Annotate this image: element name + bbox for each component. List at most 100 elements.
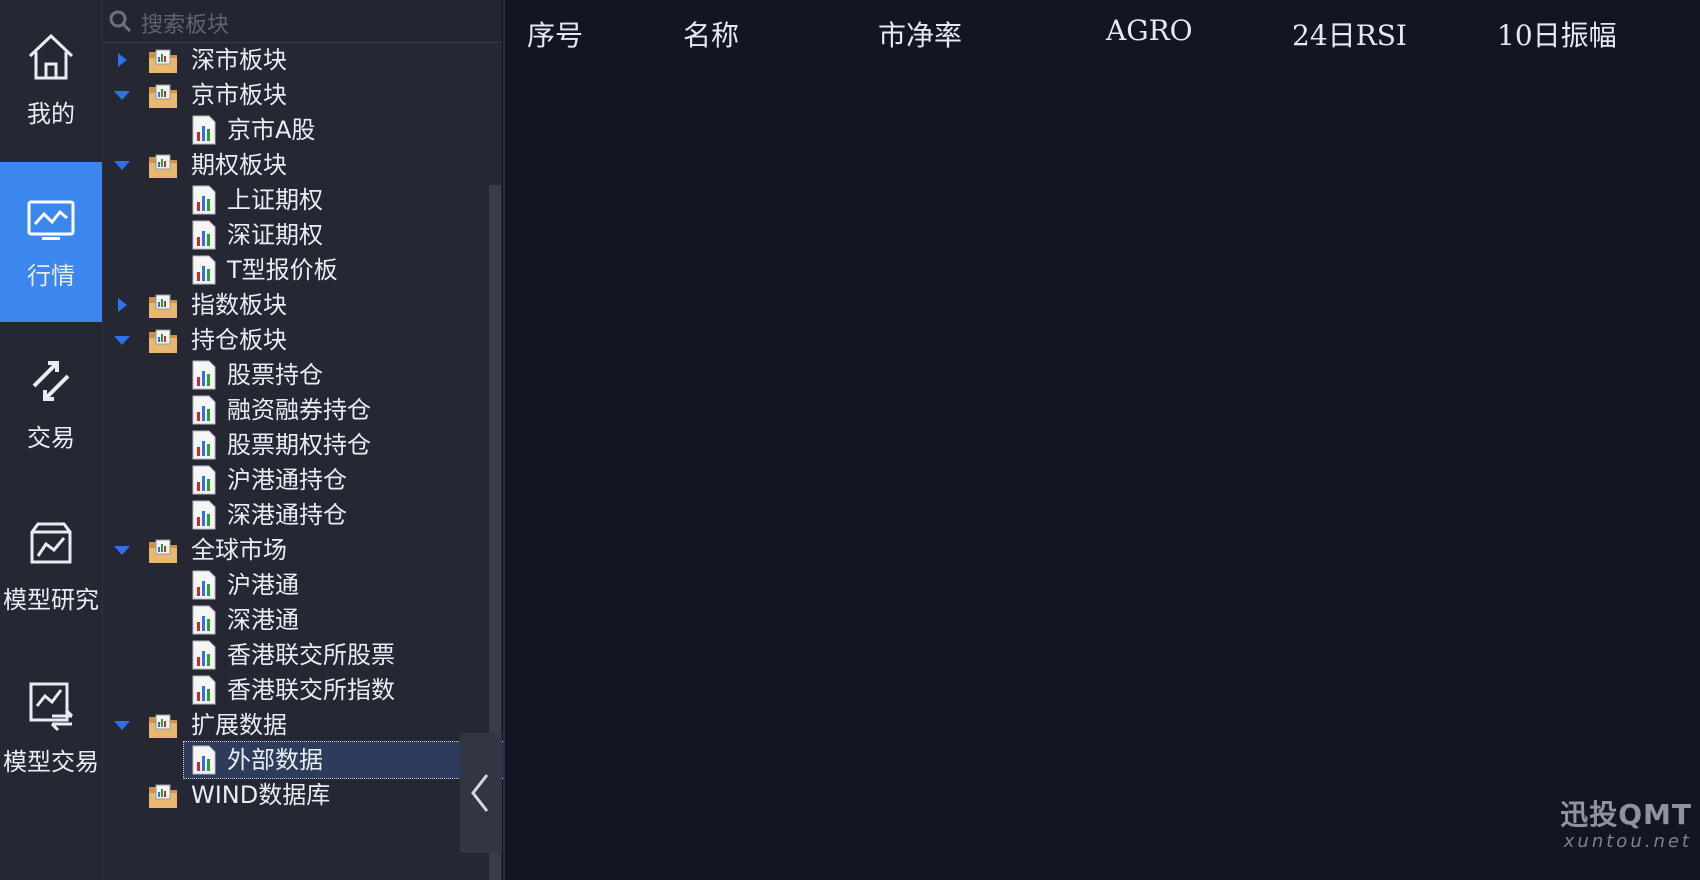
column-header-index[interactable]: 序号	[527, 14, 583, 54]
tree-leaf-item[interactable]: 京市A股	[103, 111, 483, 149]
sector-doc-icon	[192, 430, 216, 460]
tree-leaf-item[interactable]: 外部数据	[103, 741, 563, 779]
nav-item-market[interactable]: 行情	[0, 162, 102, 322]
tree-leaf-item[interactable]: 沪港通	[103, 566, 483, 604]
model-trade-icon	[29, 682, 74, 732]
sector-doc-icon	[192, 220, 216, 250]
sector-doc-icon	[192, 395, 216, 425]
folder-icon	[149, 154, 177, 178]
column-header-pb-ratio[interactable]: 市净率	[878, 14, 962, 54]
tree-item-label: 扩展数据	[191, 711, 287, 739]
tree-item-label: 香港联交所股票	[227, 641, 395, 669]
sector-doc-icon	[192, 745, 216, 775]
brand-url: xuntou.net	[1563, 831, 1692, 852]
tree-leaf-item[interactable]: 沪港通持仓	[103, 461, 483, 499]
tree-leaf-item[interactable]: 香港联交所股票	[103, 636, 483, 674]
tree-group-item[interactable]: 全球市场	[103, 531, 483, 569]
sector-doc-icon	[192, 675, 216, 705]
tree-group-item[interactable]: 京市板块	[103, 76, 483, 114]
collapse-panel-button[interactable]	[460, 733, 502, 853]
collapse-arrow-icon[interactable]	[114, 161, 130, 170]
tree-leaf-item[interactable]: 股票期权持仓	[103, 426, 483, 464]
tree-group-item[interactable]: 持仓板块	[103, 321, 483, 359]
column-header-name[interactable]: 名称	[683, 14, 739, 54]
tree-item-label: 融资融券持仓	[227, 396, 371, 424]
brand-name: 迅投QMT	[1560, 798, 1692, 831]
collapse-arrow-icon[interactable]	[114, 91, 130, 100]
sector-doc-icon	[192, 115, 216, 145]
tree-item-label: 股票持仓	[227, 361, 323, 389]
tree-leaf-item[interactable]: T型报价板	[103, 251, 483, 289]
expand-arrow-icon[interactable]	[118, 53, 127, 67]
search-icon	[109, 10, 132, 33]
nav-label: 模型研究	[3, 586, 99, 614]
sector-tree-panel: 搜索板块 深市板块 京市板块京市A股期权板块上证期权深证期权 T型报价板 指数板块 持仓…	[103, 0, 563, 880]
nav-item-trade[interactable]: 交易	[0, 324, 102, 484]
nav-item-mine[interactable]: 我的	[0, 0, 102, 160]
nav-label: 行情	[27, 262, 75, 290]
tree-group-item[interactable]: WIND数据库	[103, 776, 483, 814]
folder-icon	[149, 784, 177, 808]
nav-label: 交易	[27, 424, 75, 452]
home-icon	[28, 33, 74, 80]
tree-item-label: 股票期权持仓	[227, 431, 371, 459]
tree-item-label: 持仓板块	[191, 326, 287, 354]
folder-icon	[149, 714, 177, 738]
tree-group-item[interactable]: 深市板块	[103, 41, 483, 79]
tree-item-label: WIND数据库	[191, 781, 331, 809]
market-chart-icon	[27, 200, 75, 240]
sector-doc-icon	[192, 640, 216, 670]
tree-item-label: T型报价板	[227, 256, 338, 284]
tree-group-item[interactable]: 期权板块	[103, 146, 483, 184]
quote-table-area: 序号 名称 市净率 AGRO 24日RSI 10日振幅 迅投QMT xuntou…	[503, 0, 1700, 880]
tree-item-label: 香港联交所指数	[227, 676, 395, 704]
tree-group-item[interactable]: 指数板块	[103, 286, 483, 324]
column-header-rsi24[interactable]: 24日RSI	[1292, 14, 1407, 54]
nav-label: 模型交易	[3, 748, 99, 776]
folder-icon	[149, 294, 177, 318]
tree-item-label: 全球市场	[191, 536, 287, 564]
nav-item-model-research[interactable]: 模型研究	[0, 486, 102, 646]
sector-doc-icon	[192, 360, 216, 390]
tree-item-label: 沪港通持仓	[227, 466, 347, 494]
tree-item-label: 深港通持仓	[227, 501, 347, 529]
main-nav: 我的 行情 交易 模型研究 模型交易	[0, 0, 103, 880]
tree-item-label: 京市A股	[227, 116, 316, 144]
tree-item-label: 期权板块	[191, 151, 287, 179]
sector-doc-icon	[192, 570, 216, 600]
tree-item-label: 京市板块	[191, 81, 287, 109]
tree-item-label: 沪港通	[227, 571, 299, 599]
tree-leaf-item[interactable]: 融资融券持仓	[103, 391, 483, 429]
brand-watermark: 迅投QMT xuntou.net	[1560, 793, 1692, 852]
folder-icon	[149, 49, 177, 73]
column-header-agro[interactable]: AGRO	[1106, 14, 1193, 47]
tree-item-label: 上证期权	[227, 186, 323, 214]
tree-leaf-item[interactable]: 股票持仓	[103, 356, 483, 394]
nav-label: 我的	[27, 100, 75, 128]
sector-doc-icon	[192, 500, 216, 530]
folder-icon	[149, 84, 177, 108]
chevron-left-icon	[471, 774, 489, 812]
tree-item-label: 深证期权	[227, 221, 323, 249]
sector-doc-icon	[192, 255, 216, 285]
collapse-arrow-icon[interactable]	[114, 336, 130, 345]
tree-leaf-item[interactable]: 深港通持仓	[103, 496, 483, 534]
tree-item-label: 深港通	[227, 606, 299, 634]
model-research-icon	[30, 522, 72, 564]
sector-doc-icon	[192, 605, 216, 635]
collapse-arrow-icon[interactable]	[114, 546, 130, 555]
expand-arrow-icon[interactable]	[118, 298, 127, 312]
exchange-arrows-icon	[32, 361, 70, 401]
tree-leaf-item[interactable]: 香港联交所指数	[103, 671, 483, 709]
tree-leaf-item[interactable]: 深证期权	[103, 216, 483, 254]
column-header-amplitude10[interactable]: 10日振幅	[1497, 14, 1617, 54]
tree-leaf-item[interactable]: 上证期权	[103, 181, 483, 219]
tree-leaf-item[interactable]: 深港通	[103, 601, 483, 639]
sector-doc-icon	[192, 185, 216, 215]
collapse-arrow-icon[interactable]	[114, 721, 130, 730]
tree-group-item[interactable]: 扩展数据	[103, 706, 483, 744]
sector-search[interactable]: 搜索板块	[103, 0, 502, 43]
search-input[interactable]: 搜索板块	[141, 7, 229, 39]
nav-item-model-trade[interactable]: 模型交易	[0, 648, 102, 808]
folder-icon	[149, 539, 177, 563]
